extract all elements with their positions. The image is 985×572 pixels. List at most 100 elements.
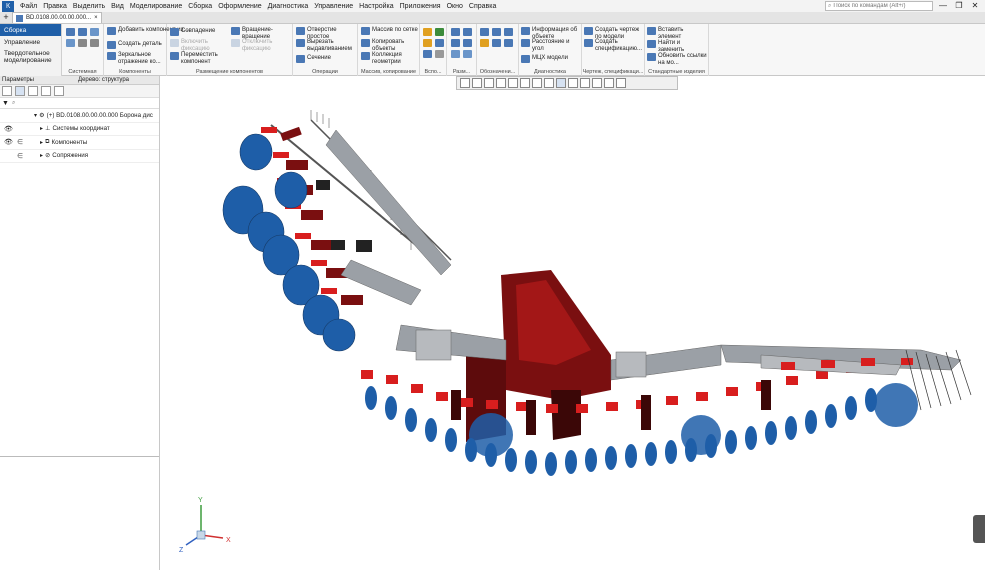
menu-management[interactable]: Управление	[311, 1, 356, 12]
rotate-view-icon[interactable]	[508, 78, 518, 88]
expand-arrow-icon[interactable]: ▸	[40, 125, 43, 132]
point-icon[interactable]	[423, 39, 432, 47]
tree-root[interactable]: ▾ ⚙ (+) BD.0108.00.00.00.000 Борона дис	[0, 109, 159, 123]
save-icon[interactable]	[90, 28, 99, 36]
minimize-button[interactable]: —	[935, 0, 951, 11]
copy-objects-button[interactable]: Копировать объекты	[361, 39, 419, 52]
zoom-all-icon[interactable]	[472, 78, 482, 88]
redo-icon[interactable]	[90, 39, 99, 47]
view-cube-icon[interactable]	[532, 78, 542, 88]
plane-icon[interactable]	[423, 28, 432, 36]
expand-icon[interactable]	[54, 86, 64, 96]
menu-edit[interactable]: Правка	[40, 1, 70, 12]
position-icon[interactable]	[492, 39, 501, 47]
document-tab[interactable]: BD.0108.00.00.00.000... ×	[12, 12, 102, 23]
move-component-button[interactable]: Переместить компонент	[170, 52, 228, 65]
structure-icon[interactable]	[15, 86, 25, 96]
menu-view[interactable]: Вид	[108, 1, 127, 12]
create-spec-button[interactable]: Создать спецификацию...	[584, 39, 644, 52]
hide-icon[interactable]	[604, 78, 614, 88]
tree-item-coordinate-systems[interactable]: 👁 ▸ ⊥ Системы координат	[0, 123, 159, 136]
close-window-button[interactable]: ✕	[967, 0, 983, 11]
section-view-icon[interactable]	[580, 78, 590, 88]
params-label[interactable]: Параметры	[0, 77, 76, 83]
diameter-dim-icon[interactable]	[463, 39, 472, 47]
maximize-button[interactable]: ❐	[951, 0, 967, 11]
app-logo[interactable]: К	[2, 0, 14, 12]
visibility-eye-icon[interactable]: 👁	[4, 125, 13, 133]
angle-dim-icon[interactable]	[463, 28, 472, 36]
zoom-window-icon[interactable]	[460, 78, 470, 88]
menu-file[interactable]: Файл	[17, 1, 40, 12]
mcx-button[interactable]: МЦХ модели	[521, 55, 568, 63]
axis-icon[interactable]	[435, 28, 444, 36]
tree-label[interactable]: Дерево: структура	[76, 77, 129, 83]
menu-select[interactable]: Выделить	[70, 1, 108, 12]
filter-icon[interactable]: ▼	[2, 100, 9, 107]
tree-mode-icon[interactable]	[2, 86, 12, 96]
visibility-eye-icon[interactable]: 👁	[4, 138, 13, 146]
lcs-icon[interactable]	[435, 39, 444, 47]
print-icon[interactable]	[66, 39, 75, 47]
menu-design[interactable]: Оформление	[215, 1, 264, 12]
include-icon[interactable]: ∈	[17, 152, 23, 160]
zoom-icon[interactable]	[496, 78, 506, 88]
include-icon[interactable]: ∈	[17, 138, 23, 146]
tolerance-icon[interactable]	[480, 39, 489, 47]
light-icon[interactable]	[616, 78, 626, 88]
mode-solid-modeling[interactable]: Твердотельное моделирование	[0, 48, 61, 66]
sort-icon[interactable]	[41, 86, 51, 96]
filter-view-icon[interactable]	[28, 86, 38, 96]
enable-fix-button[interactable]: Включить фиксацию	[170, 39, 225, 52]
menu-assembly[interactable]: Сборка	[185, 1, 215, 12]
menu-diagnostics[interactable]: Диагностика	[265, 1, 312, 12]
create-part-button[interactable]: Создать деталь	[107, 41, 162, 49]
curve-icon[interactable]	[423, 50, 432, 58]
menu-help[interactable]: Справка	[466, 1, 499, 12]
menu-window[interactable]: Окно	[444, 1, 466, 12]
shaded-icon[interactable]	[544, 78, 554, 88]
3d-viewport[interactable]: Y X Z	[161, 90, 985, 570]
side-panel-handle[interactable]	[973, 515, 985, 543]
open-icon[interactable]	[78, 28, 87, 36]
disable-fix-button[interactable]: Отключить фиксацию	[231, 39, 291, 52]
coincidence-button[interactable]: Совпадение	[170, 28, 215, 36]
leader-icon[interactable]	[492, 28, 501, 36]
panel-divider[interactable]	[0, 456, 159, 457]
base-icon[interactable]	[504, 28, 513, 36]
mode-management[interactable]: Управление	[0, 36, 61, 48]
section-button[interactable]: Сечение	[296, 55, 331, 63]
mirror-button[interactable]: Зеркальное отражение ко...	[107, 52, 165, 65]
new-tab-button[interactable]: +	[0, 12, 12, 23]
pan-icon[interactable]	[484, 78, 494, 88]
mode-assembly[interactable]: Сборка	[0, 24, 61, 36]
expand-arrow-icon[interactable]: ▸	[40, 139, 43, 146]
radius-dim-icon[interactable]	[451, 39, 460, 47]
expand-arrow-icon[interactable]: ▸	[40, 152, 43, 159]
update-links-button[interactable]: Обновить ссылки на мо...	[647, 53, 707, 66]
close-tab-icon[interactable]: ×	[94, 15, 98, 21]
chain-dim-icon[interactable]	[463, 50, 472, 58]
menu-applications[interactable]: Приложения	[397, 1, 444, 12]
collapse-icon[interactable]: ▾	[34, 112, 37, 119]
insert-element-button[interactable]: Вставить элемент	[647, 27, 707, 40]
cut-extrude-button[interactable]: Вырезать выдавливанием	[296, 39, 356, 52]
spline-icon[interactable]	[435, 50, 444, 58]
linear-dim-icon[interactable]	[451, 28, 460, 36]
wireframe-icon[interactable]	[568, 78, 578, 88]
find-replace-button[interactable]: Найти и заменить	[647, 40, 707, 53]
mark-icon[interactable]	[504, 39, 513, 47]
command-search[interactable]: ⌕	[825, 1, 933, 11]
new-icon[interactable]	[66, 28, 75, 36]
auto-dim-icon[interactable]	[451, 50, 460, 58]
tree-item-components[interactable]: 👁 ∈ ▸ ⧉ Компоненты	[0, 136, 159, 150]
geometry-collection-button[interactable]: Коллекция геометрии	[361, 52, 419, 65]
perspective-icon[interactable]	[592, 78, 602, 88]
undo-icon[interactable]	[78, 39, 87, 47]
orientation-icon[interactable]	[520, 78, 530, 88]
shaded-edges-icon[interactable]	[556, 78, 566, 88]
distance-angle-button[interactable]: Расстояние и угол	[521, 39, 581, 52]
command-search-input[interactable]	[833, 3, 924, 9]
menu-settings[interactable]: Настройка	[356, 1, 396, 12]
menu-modeling[interactable]: Моделирование	[127, 1, 185, 12]
